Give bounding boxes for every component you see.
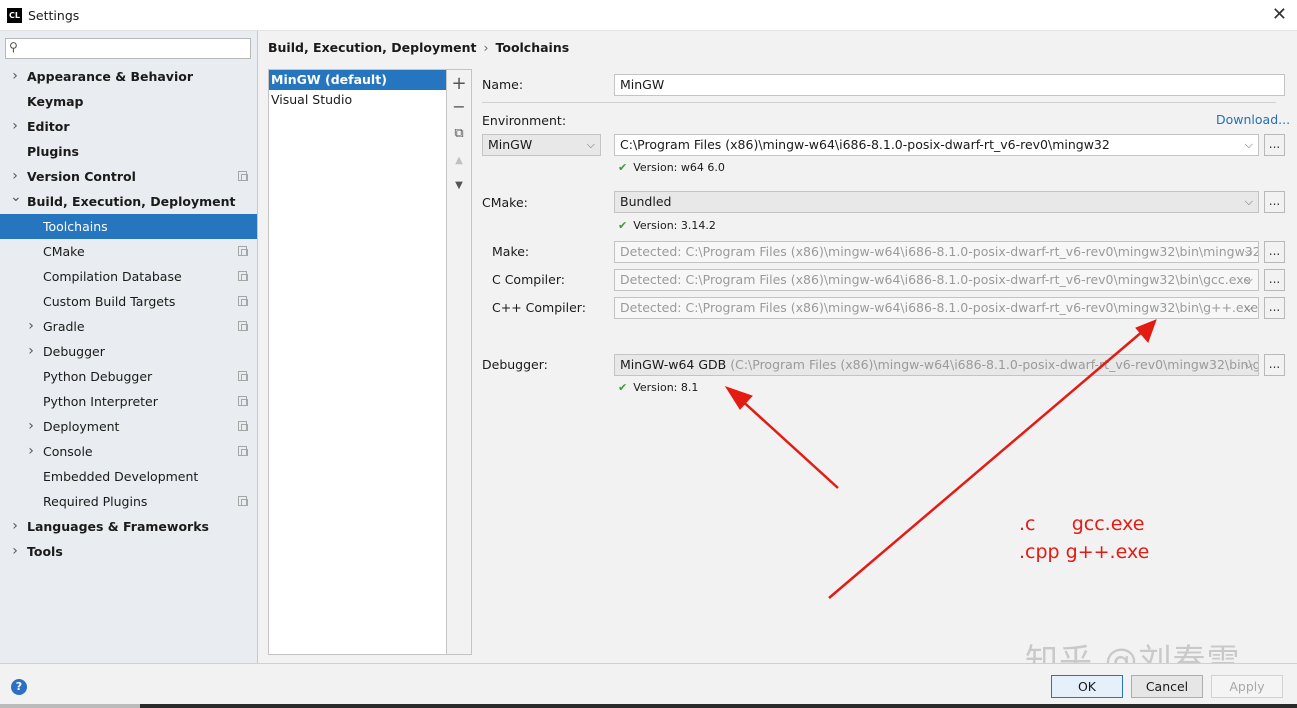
annotation-arrows [724, 319, 1157, 599]
annotation-c: .c gcc.exe [1019, 513, 1145, 535]
ok-button[interactable]: OK [1051, 675, 1123, 698]
arrow-to-debugger [737, 396, 839, 489]
help-icon[interactable]: ? [11, 679, 27, 695]
arrow-head-compiler [1135, 319, 1157, 343]
cancel-button[interactable]: Cancel [1131, 675, 1203, 698]
annotation-cpp: .cpp g++.exe [1019, 541, 1150, 563]
dialog-footer: ? OK Cancel Apply [0, 663, 1297, 708]
apply-button[interactable]: Apply [1211, 675, 1283, 698]
taskbar-edge [0, 704, 1297, 708]
